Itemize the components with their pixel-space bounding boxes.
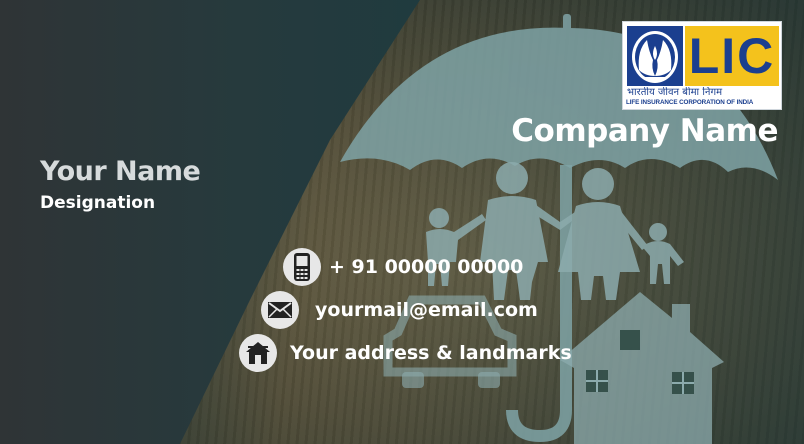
mobile-phone-icon [283, 248, 321, 286]
house-icon [239, 334, 277, 372]
email-address: yourmail@email.com [315, 299, 538, 321]
lic-hindi-name: भारतीय जीवन बीमा निगम [627, 87, 723, 98]
address-row: Your address & landmarks [239, 334, 572, 372]
postal-address: Your address & landmarks [290, 342, 572, 364]
lic-hands-emblem [627, 26, 683, 86]
envelope-icon [261, 291, 299, 329]
lic-logo: LIC भारतीय जीवन बीमा निगम LIFE INSURANCE… [622, 21, 782, 110]
company-name: Company Name [511, 113, 778, 149]
lic-wordmark: LIC [685, 26, 779, 86]
designation: Designation [40, 193, 156, 213]
business-card: LIC भारतीय जीवन बीमा निगम LIFE INSURANCE… [0, 0, 804, 444]
phone-number: + 91 00000 00000 [329, 256, 524, 278]
person-name: Your Name [40, 156, 201, 187]
email-row: yourmail@email.com [261, 291, 538, 329]
lic-english-name: LIFE INSURANCE CORPORATION OF INDIA [626, 99, 754, 106]
hands-lamp-icon [632, 31, 678, 83]
phone-row: + 91 00000 00000 [283, 248, 523, 286]
